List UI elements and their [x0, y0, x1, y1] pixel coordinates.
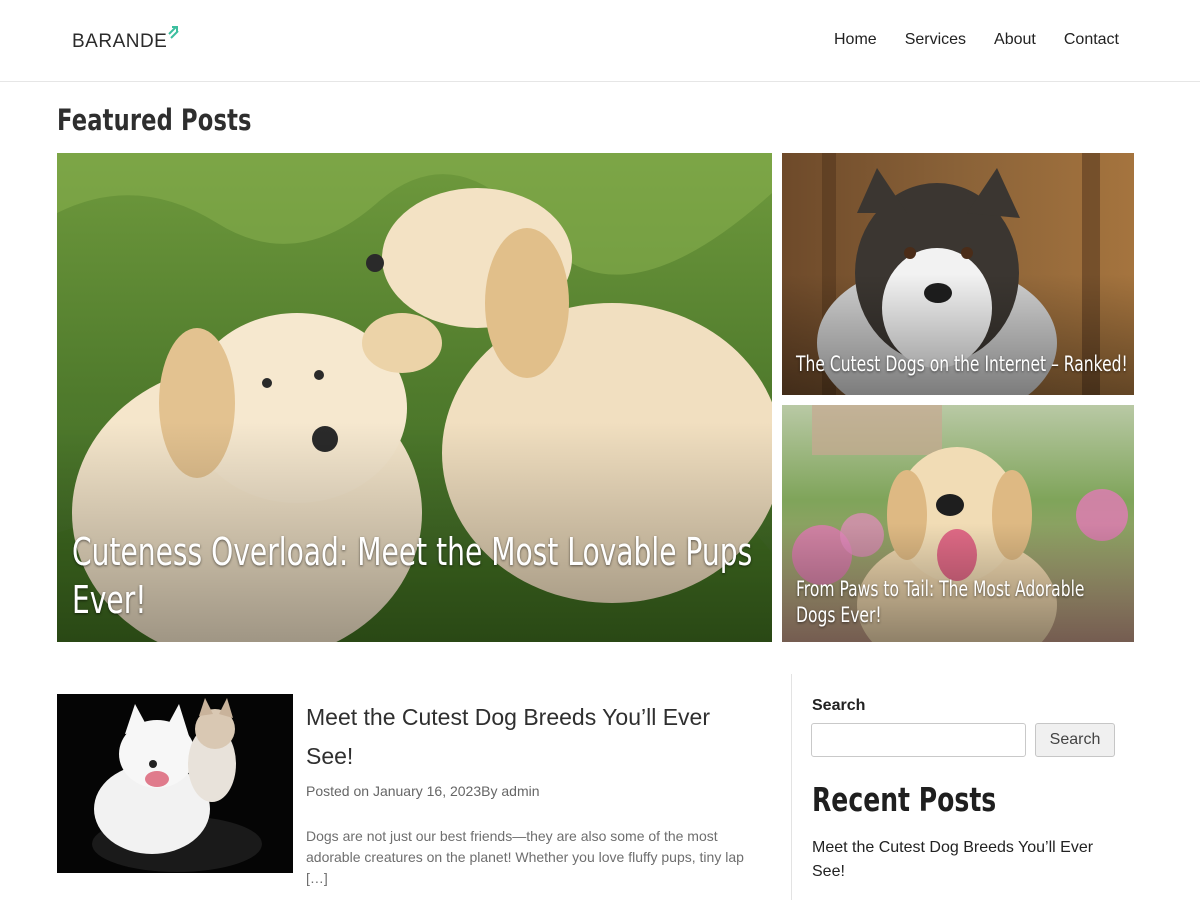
featured-post-top-right[interactable]: The Cutest Dogs on the Internet – Ranked… — [782, 153, 1134, 395]
nav-contact[interactable]: Contact — [1064, 31, 1119, 49]
post-excerpt: Dogs are not just our best friends—they … — [306, 828, 744, 886]
post-date-link[interactable]: January 16, 2023 — [373, 783, 481, 799]
featured-post-main[interactable]: Cuteness Overload: Meet the Most Lovable… — [57, 153, 772, 642]
featured-post-bottom-right-title[interactable]: From Paws to Tail: The Most Adorable Dog… — [796, 576, 1114, 629]
site-logo[interactable]: BARANDE — [72, 25, 180, 53]
post-thumbnail[interactable] — [57, 694, 293, 873]
post-by-label: By — [481, 783, 502, 799]
post-image-spitz-dogs — [57, 694, 293, 873]
search-input[interactable] — [811, 723, 1026, 757]
post-meta: Posted on January 16, 2023By admin — [306, 783, 540, 799]
nav-about[interactable]: About — [994, 31, 1036, 49]
post-meta-prefix: Posted on — [306, 783, 373, 799]
main-nav: Home Services About Contact — [806, 31, 1119, 49]
post-author-link[interactable]: admin — [501, 783, 539, 799]
post-title[interactable]: Meet the Cutest Dog Breeds You’ll Ever S… — [306, 698, 746, 776]
featured-posts-title: Featured Posts — [57, 103, 252, 137]
featured-post-main-title[interactable]: Cuteness Overload: Meet the Most Lovable… — [72, 529, 760, 624]
featured-post-bottom-right[interactable]: From Paws to Tail: The Most Adorable Dog… — [782, 405, 1134, 642]
featured-post-top-right-title[interactable]: The Cutest Dogs on the Internet – Ranked… — [796, 351, 1134, 377]
recent-post-link[interactable]: Meet the Cutest Dog Breeds You’ll Ever S… — [812, 836, 1112, 884]
nav-home[interactable]: Home — [834, 31, 877, 49]
nav-services[interactable]: Services — [905, 31, 966, 49]
recent-posts-title: Recent Posts — [812, 780, 997, 819]
search-label: Search — [812, 697, 866, 714]
logo-text: BARANDE — [72, 31, 168, 52]
search-button[interactable]: Search — [1035, 723, 1115, 757]
sidebar-divider — [791, 674, 792, 900]
site-header: BARANDE Home Services About Contact — [0, 0, 1200, 82]
logo-arrow-icon — [168, 26, 180, 39]
